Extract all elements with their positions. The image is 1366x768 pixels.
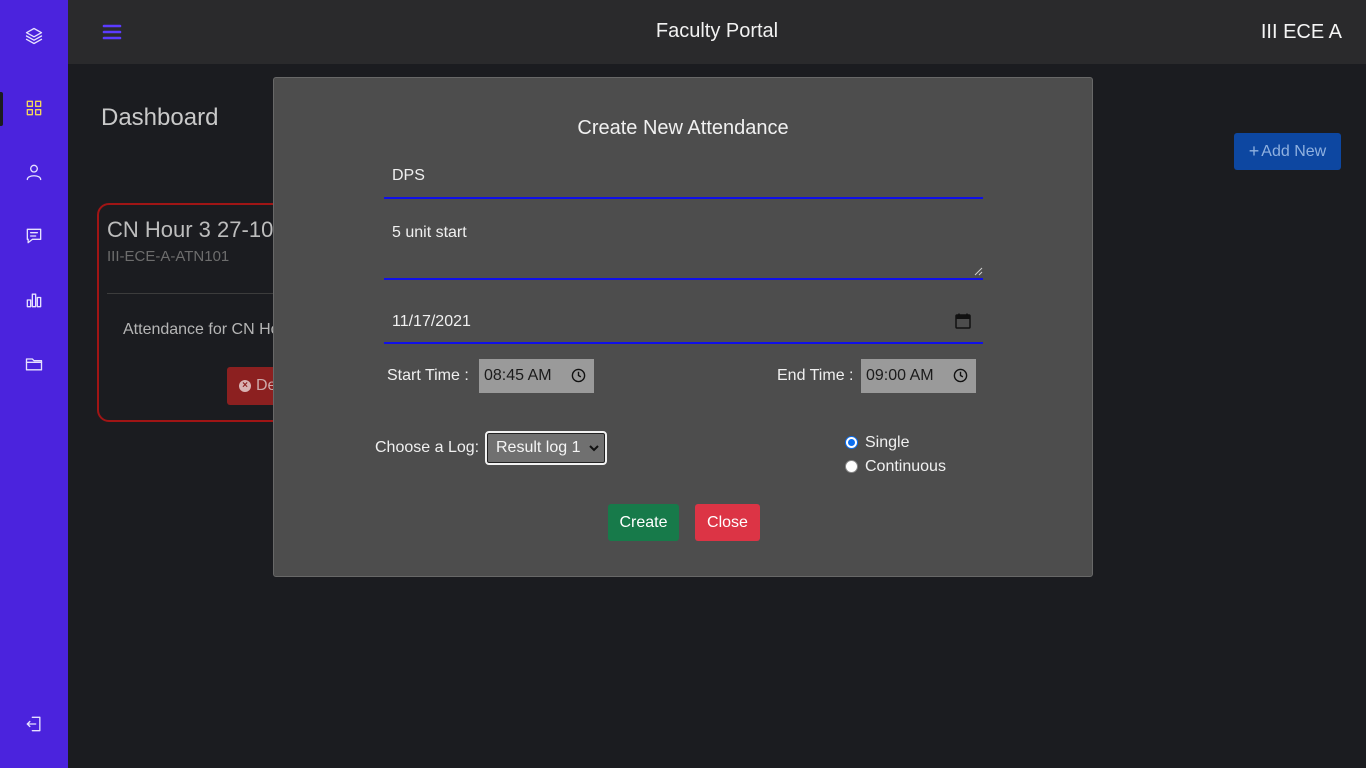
continuous-radio[interactable] <box>845 460 858 473</box>
name-field[interactable]: DPS <box>384 156 983 199</box>
card-title: CN Hour 3 27-10 <box>107 217 274 242</box>
calendar-icon[interactable] <box>955 313 971 329</box>
card-text: Attendance for CN Ho <box>123 321 280 338</box>
grid-icon[interactable] <box>22 96 46 120</box>
top-bar: Faculty Portal III ECE A <box>68 0 1366 64</box>
single-radio[interactable] <box>845 436 858 449</box>
description-field-value: 5 unit start <box>392 224 467 241</box>
layers-icon[interactable] <box>22 24 46 48</box>
user-icon[interactable] <box>22 160 46 184</box>
single-radio-label: Single <box>865 434 910 451</box>
close-button[interactable]: Close <box>695 504 760 541</box>
end-time-label: End Time : <box>777 367 854 384</box>
page-title: Dashboard <box>101 104 219 131</box>
date-field-value: 11/17/2021 <box>392 313 471 330</box>
bar-chart-icon[interactable] <box>22 288 46 312</box>
close-circle-icon: × <box>239 380 251 392</box>
message-icon[interactable] <box>22 224 46 248</box>
resize-grip-icon[interactable] <box>973 266 983 276</box>
modal-title: Create New Attendance <box>577 117 789 139</box>
date-field[interactable]: 11/17/2021 <box>384 303 983 344</box>
end-time-input[interactable]: 09:00 AM <box>861 359 976 393</box>
start-time-label: Start Time : <box>387 367 469 384</box>
plus-icon: + <box>1248 141 1260 161</box>
log-label: Choose a Log: <box>375 439 480 456</box>
card-subtitle: III-ECE-A-ATN101 <box>107 248 230 265</box>
active-indicator <box>0 92 3 126</box>
add-new-button[interactable]: + Add New <box>1234 133 1341 170</box>
continuous-radio-label: Continuous <box>865 458 946 475</box>
start-time-input[interactable]: 08:45 AM <box>479 359 594 393</box>
log-select-value: Result log 1 <box>496 439 581 456</box>
end-time-value: 09:00 AM <box>866 367 934 384</box>
portal-title: Faculty Portal <box>655 20 779 42</box>
create-button[interactable]: Create <box>608 504 679 541</box>
start-time-value: 08:45 AM <box>484 367 552 384</box>
clock-icon[interactable] <box>571 368 586 383</box>
add-new-label: Add New <box>1261 142 1327 160</box>
clock-icon[interactable] <box>953 368 968 383</box>
chevron-down-icon <box>589 445 599 452</box>
log-select[interactable]: Result log 1 <box>485 431 607 465</box>
logout-icon[interactable] <box>22 712 46 736</box>
name-field-value: DPS <box>392 167 425 184</box>
description-field[interactable]: 5 unit start <box>384 208 983 280</box>
create-attendance-modal: Create New Attendance DPS 5 unit start 1… <box>273 77 1093 577</box>
class-label: III ECE A <box>1260 21 1342 43</box>
sidebar <box>0 0 68 768</box>
folder-icon[interactable] <box>22 352 46 376</box>
